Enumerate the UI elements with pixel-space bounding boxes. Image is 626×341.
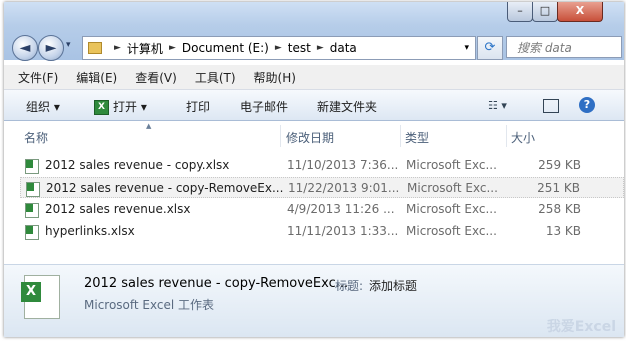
new-folder-button[interactable]: 新建文件夹: [317, 98, 377, 115]
menu-bar: 文件(F) 编辑(E) 查看(V) 工具(T) 帮助(H): [4, 65, 624, 90]
menu-help[interactable]: 帮助(H): [254, 69, 296, 86]
chevron-right-icon[interactable]: ►: [317, 43, 324, 53]
organize-button[interactable]: 组织 ▾: [26, 98, 60, 115]
open-label: 打开 ▾: [113, 100, 147, 114]
excel-icon: X: [94, 100, 109, 115]
email-button[interactable]: 电子邮件: [240, 98, 288, 115]
details-title-value[interactable]: 添加标题: [369, 277, 417, 294]
chevron-right-icon[interactable]: ►: [114, 43, 121, 53]
file-type: Microsoft Exc...: [407, 181, 498, 195]
recent-pages-dropdown-icon[interactable]: ▾: [66, 40, 71, 50]
excel-file-large-icon: [21, 275, 60, 319]
refresh-button[interactable]: ⟳: [477, 36, 503, 60]
file-row[interactable]: hyperlinks.xlsx 11/11/2013 1:33... Micro…: [20, 221, 624, 242]
print-button[interactable]: 打印: [186, 98, 210, 115]
minimize-button[interactable]: –: [507, 2, 533, 22]
file-name: 2012 sales revenue - copy.xlsx: [45, 158, 230, 172]
excel-file-icon: [25, 159, 39, 174]
column-modified[interactable]: 修改日期: [286, 129, 334, 146]
menu-edit[interactable]: 编辑(E): [76, 69, 117, 86]
file-modified: 11/10/2013 7:36...: [287, 158, 399, 172]
breadcrumb-data[interactable]: data: [330, 41, 357, 55]
chevron-right-icon[interactable]: ►: [169, 43, 176, 53]
column-divider[interactable]: [400, 125, 401, 147]
command-bar: 组织 ▾ X 打开 ▾ 打印 电子邮件 新建文件夹 ☷ ▾ ?: [4, 90, 624, 121]
file-type: Microsoft Exc...: [406, 158, 497, 172]
breadcrumb-test[interactable]: test: [288, 41, 311, 55]
watermark: 我爱Excel: [546, 319, 616, 335]
forward-button[interactable]: ►: [38, 35, 64, 61]
breadcrumb-computer[interactable]: 计算机: [127, 40, 163, 57]
maximize-button[interactable]: □: [532, 2, 558, 22]
menu-view[interactable]: 查看(V): [135, 69, 177, 86]
close-button[interactable]: X: [557, 2, 603, 22]
column-divider[interactable]: [280, 125, 281, 147]
column-divider[interactable]: [506, 125, 507, 147]
sort-ascending-icon: ▲: [146, 122, 152, 130]
excel-file-icon: [25, 203, 39, 218]
file-size: 259 KB: [538, 158, 581, 172]
column-size[interactable]: 大小: [511, 129, 535, 146]
help-icon[interactable]: ?: [579, 97, 595, 113]
title-bar: – □ X ◄ ► ▾ ► 计算机 ► Document (E:) ► test…: [4, 2, 624, 61]
menu-file[interactable]: 文件(F): [18, 69, 58, 86]
chevron-right-icon[interactable]: ►: [275, 43, 282, 53]
file-size: 258 KB: [538, 202, 581, 216]
file-modified: 4/9/2013 11:26 ...: [287, 202, 395, 216]
file-type: Microsoft Exc...: [406, 202, 497, 216]
file-type: Microsoft Exc...: [406, 224, 497, 238]
preview-pane-icon[interactable]: [543, 99, 559, 113]
menu-tools[interactable]: 工具(T): [195, 69, 236, 86]
file-modified: 11/22/2013 9:01...: [288, 181, 400, 195]
file-modified: 11/11/2013 1:33...: [287, 224, 399, 238]
file-row[interactable]: 2012 sales revenue.xlsx 4/9/2013 11:26 .…: [20, 199, 624, 220]
file-size: 251 KB: [537, 181, 580, 195]
open-button[interactable]: X 打开 ▾: [94, 98, 147, 115]
file-name: 2012 sales revenue.xlsx: [45, 202, 191, 216]
details-pane: 2012 sales revenue - copy-RemoveExc... M…: [4, 264, 624, 337]
details-filetype: Microsoft Excel 工作表: [84, 298, 215, 312]
change-view-icon[interactable]: ☷ ▾: [488, 99, 507, 112]
search-input[interactable]: 搜索 data: [506, 36, 622, 58]
column-header: ▲ 名称 修改日期 类型 大小: [4, 121, 624, 149]
excel-file-icon: [26, 182, 40, 197]
file-name: hyperlinks.xlsx: [45, 224, 135, 238]
address-bar[interactable]: ► 计算机 ► Document (E:) ► test ► data ▾: [82, 36, 476, 60]
explorer-window: – □ X ◄ ► ▾ ► 计算机 ► Document (E:) ► test…: [4, 2, 624, 337]
file-row-selected[interactable]: 2012 sales revenue - copy-RemoveEx... 11…: [20, 177, 624, 198]
file-name: 2012 sales revenue - copy-RemoveEx...: [46, 181, 284, 195]
details-title-label: 标题:: [335, 279, 364, 293]
column-name[interactable]: 名称: [24, 129, 48, 146]
column-type[interactable]: 类型: [405, 129, 429, 146]
excel-file-icon: [25, 225, 39, 240]
breadcrumb-drive[interactable]: Document (E:): [182, 41, 269, 55]
details-filename: 2012 sales revenue - copy-RemoveExc...: [84, 276, 349, 291]
address-dropdown-icon[interactable]: ▾: [464, 43, 469, 53]
file-size: 13 KB: [545, 224, 581, 238]
file-row[interactable]: 2012 sales revenue - copy.xlsx 11/10/201…: [20, 155, 624, 176]
back-button[interactable]: ◄: [12, 35, 38, 61]
folder-icon: [88, 42, 102, 54]
